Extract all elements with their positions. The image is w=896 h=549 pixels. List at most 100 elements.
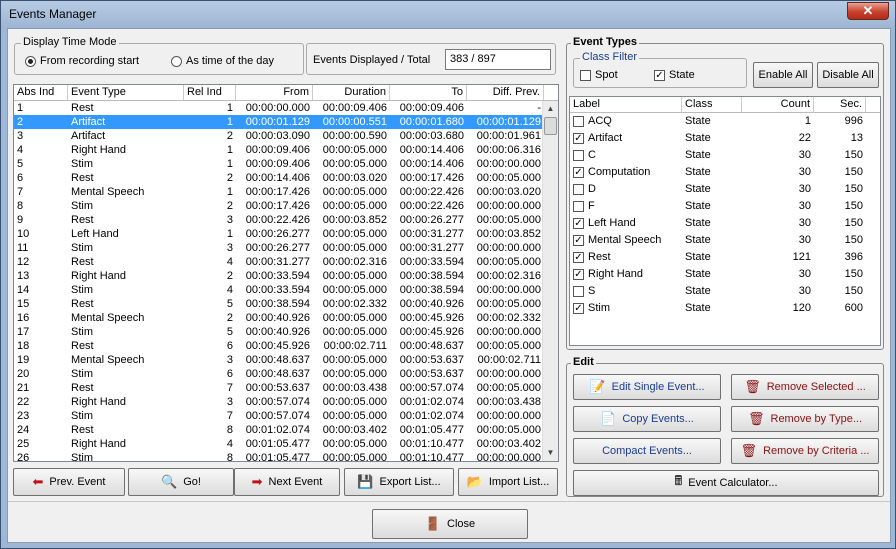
event-type-row[interactable]: ✓ Artifact State 22 13 [570, 130, 880, 147]
remove-by-criteria-button[interactable]: 🗑 Remove by Criteria ... [731, 438, 879, 464]
table-cell: 00:00:22.426 [399, 200, 464, 212]
checkbox-empty-icon[interactable] [573, 149, 584, 161]
disable-all-button[interactable]: Disable All [817, 62, 879, 88]
filter-state-checkbox[interactable]: ✓ State [654, 69, 695, 81]
import-list-button[interactable]: 📂 Import List... [458, 468, 558, 496]
checkbox-checked-icon[interactable]: ✓ [573, 251, 584, 263]
table-cell: 00:00:22.426 [399, 186, 464, 198]
column-header[interactable]: Abs Ind [14, 85, 68, 100]
event-type-row[interactable]: ✓ Stim State 120 600 [570, 300, 880, 317]
event-type-row[interactable]: ✓ Mental Speech State 30 150 [570, 232, 880, 249]
event-calculator-button[interactable]: 🖩 Event Calculator... [573, 470, 879, 496]
table-cell: 16 [17, 312, 30, 324]
checkbox-checked-icon[interactable]: ✓ [573, 234, 584, 246]
event-type-row[interactable]: F State 30 150 [570, 198, 880, 215]
table-row[interactable]: 11 Stim 3 00:00:26.277 00:00:05.000 00:00:31.… [14, 241, 558, 255]
table-row[interactable]: 3 Artifact 2 00:00:03.090 00:00:00.590 00:00:… [14, 129, 558, 143]
checkbox-checked-icon[interactable]: ✓ [573, 132, 584, 144]
column-header[interactable]: Event Type [68, 85, 184, 100]
button-label: Export List... [379, 476, 441, 488]
checkbox-checked-icon[interactable]: ✓ [573, 166, 584, 178]
table-row[interactable]: 10 Left Hand 1 00:00:26.277 00:00:05.000 00:0… [14, 227, 558, 241]
scroll-thumb[interactable] [544, 117, 557, 135]
remove-selected-button[interactable]: 🗑 Remove Selected ... [731, 374, 879, 400]
filter-spot-checkbox[interactable]: Spot [580, 69, 618, 81]
checkbox-checked-icon[interactable]: ✓ [573, 268, 584, 280]
table-row[interactable]: 12 Rest 4 00:00:31.277 00:00:02.316 00:00:33.… [14, 255, 558, 269]
column-header[interactable]: Duration [313, 85, 390, 100]
table-row[interactable]: 7 Mental Speech 1 00:00:17.426 00:00:05.000 0… [14, 185, 558, 199]
table-row[interactable]: 1 Rest 1 00:00:00.000 00:00:09.406 00:00:09.4… [14, 101, 558, 115]
table-cell: 00:00:00.000 [476, 326, 541, 338]
event-type-row[interactable]: D State 30 150 [570, 181, 880, 198]
table-row[interactable]: 16 Mental Speech 2 00:00:40.926 00:00:05.000… [14, 311, 558, 325]
column-header[interactable]: Rel Ind [184, 85, 236, 100]
checkbox-empty-icon[interactable] [573, 200, 584, 212]
table-row[interactable]: 14 Stim 4 00:00:33.594 00:00:05.000 00:00:38.… [14, 283, 558, 297]
event-type-label: ACQ [588, 115, 612, 127]
column-header[interactable]: Class [682, 97, 742, 112]
column-header[interactable]: Label [570, 97, 682, 112]
radio-time-of-day[interactable]: As time of the day [171, 55, 274, 67]
compact-events-button[interactable]: Compact Events... [573, 438, 721, 464]
radio-from-recording-start[interactable]: From recording start [25, 55, 139, 67]
checkbox-empty-icon[interactable] [573, 183, 584, 195]
event-type-row[interactable]: C State 30 150 [570, 147, 880, 164]
table-row[interactable]: 15 Rest 5 00:00:38.594 00:00:02.332 00:00:40.… [14, 297, 558, 311]
table-row[interactable]: 5 Stim 1 00:00:09.406 00:00:05.000 00:00:14.4… [14, 157, 558, 171]
close-button[interactable]: 🚪 Close [372, 509, 528, 539]
event-type-row[interactable]: S State 30 150 [570, 283, 880, 300]
table-row[interactable]: 20 Stim 6 00:00:48.637 00:00:05.000 00:00:53.… [14, 367, 558, 381]
column-header[interactable]: To [390, 85, 467, 100]
enable-all-button[interactable]: Enable All [753, 62, 813, 88]
table-cell: 00:00:05.000 [322, 200, 387, 212]
column-header[interactable]: From [236, 85, 313, 100]
event-type-row[interactable]: ACQ State 1 996 [570, 113, 880, 130]
table-row[interactable]: 2 Artifact 1 00:00:01.129 00:00:00.551 00:00:… [14, 115, 558, 129]
table-cell: 00:00:09.406 [245, 144, 310, 156]
table-row[interactable]: 9 Rest 3 00:00:22.426 00:00:03.852 00:00:26.2… [14, 213, 558, 227]
go-button[interactable]: 🔍 Go! [128, 468, 234, 496]
table-row[interactable]: 26 Stim 8 00:01:05.477 00:00:05.000 00:01:10.… [14, 451, 558, 461]
table-row[interactable]: 22 Right Hand 3 00:00:57.074 00:00:05.000 00:… [14, 395, 558, 409]
prev-event-button[interactable]: ⬅ Prev. Event [13, 468, 125, 496]
copy-events-button[interactable]: 📄 Copy Events... [573, 406, 721, 432]
table-row[interactable]: 8 Stim 2 00:00:17.426 00:00:05.000 00:00:22.4… [14, 199, 558, 213]
table-row[interactable]: 18 Rest 6 00:00:45.926 00:00:02.711 00:00:48.… [14, 339, 558, 353]
table-row[interactable]: 24 Rest 8 00:01:02.074 00:00:03.402 00:01:05.… [14, 423, 558, 437]
events-table[interactable]: Abs Ind Event Type Rel Ind From Duration To Di… [13, 84, 559, 462]
table-row[interactable]: 13 Right Hand 2 00:00:33.594 00:00:05.000 00:… [14, 269, 558, 283]
table-row[interactable]: 25 Right Hand 4 00:01:05.477 00:00:05.000 00:… [14, 437, 558, 451]
checkbox-empty-icon[interactable] [573, 285, 584, 297]
column-header[interactable]: Count [742, 97, 814, 112]
edit-single-event-button[interactable]: 📝 Edit Single Event... [573, 374, 721, 400]
event-type-row[interactable]: ✓ Computation State 30 150 [570, 164, 880, 181]
table-cell: 00:00:02.332 [476, 312, 541, 324]
table-cell: 5 [226, 298, 233, 310]
scroll-up-icon[interactable]: ▲ [543, 101, 558, 117]
checkbox-checked-icon[interactable]: ✓ [573, 217, 584, 229]
events-scrollbar[interactable]: ▲ ▼ [542, 101, 558, 461]
table-row[interactable]: 6 Rest 2 00:00:14.406 00:00:03.020 00:00:17.4… [14, 171, 558, 185]
event-types-table[interactable]: Label Class Count Sec. ACQ State 1 996 ✓ Artifac… [569, 96, 881, 346]
export-list-button[interactable]: 💾 Export List... [344, 468, 454, 496]
door-exit-icon: 🚪 [424, 516, 442, 531]
table-row[interactable]: 17 Stim 5 00:00:40.926 00:00:05.000 00:00:45.… [14, 325, 558, 339]
window-close-button[interactable]: ✕ [847, 2, 889, 20]
event-type-row[interactable]: ✓ Rest State 121 396 [570, 249, 880, 266]
table-row[interactable]: 4 Right Hand 1 00:00:09.406 00:00:05.000 00:0… [14, 143, 558, 157]
column-header[interactable]: Sec. [814, 97, 866, 112]
checkbox-checked-icon[interactable]: ✓ [573, 302, 584, 314]
scroll-down-icon[interactable]: ▼ [543, 445, 558, 461]
event-type-row[interactable]: ✓ Left Hand State 30 150 [570, 215, 880, 232]
remove-by-type-button[interactable]: 🗑 Remove by Type... [731, 406, 879, 432]
checkbox-empty-icon[interactable] [573, 115, 584, 127]
table-cell: 00:00:40.926 [245, 312, 310, 324]
column-header[interactable]: Diff. Prev. [467, 85, 544, 100]
event-type-row[interactable]: ✓ Right Hand State 30 150 [570, 266, 880, 283]
table-cell: 13 [17, 270, 30, 282]
table-row[interactable]: 21 Rest 7 00:00:53.637 00:00:03.438 00:00:57.… [14, 381, 558, 395]
table-row[interactable]: 19 Mental Speech 3 00:00:48.637 00:00:05.000… [14, 353, 558, 367]
next-event-button[interactable]: ➡ Next Event [234, 468, 340, 496]
table-row[interactable]: 23 Stim 7 00:00:57.074 00:00:05.000 00:01:02.… [14, 409, 558, 423]
